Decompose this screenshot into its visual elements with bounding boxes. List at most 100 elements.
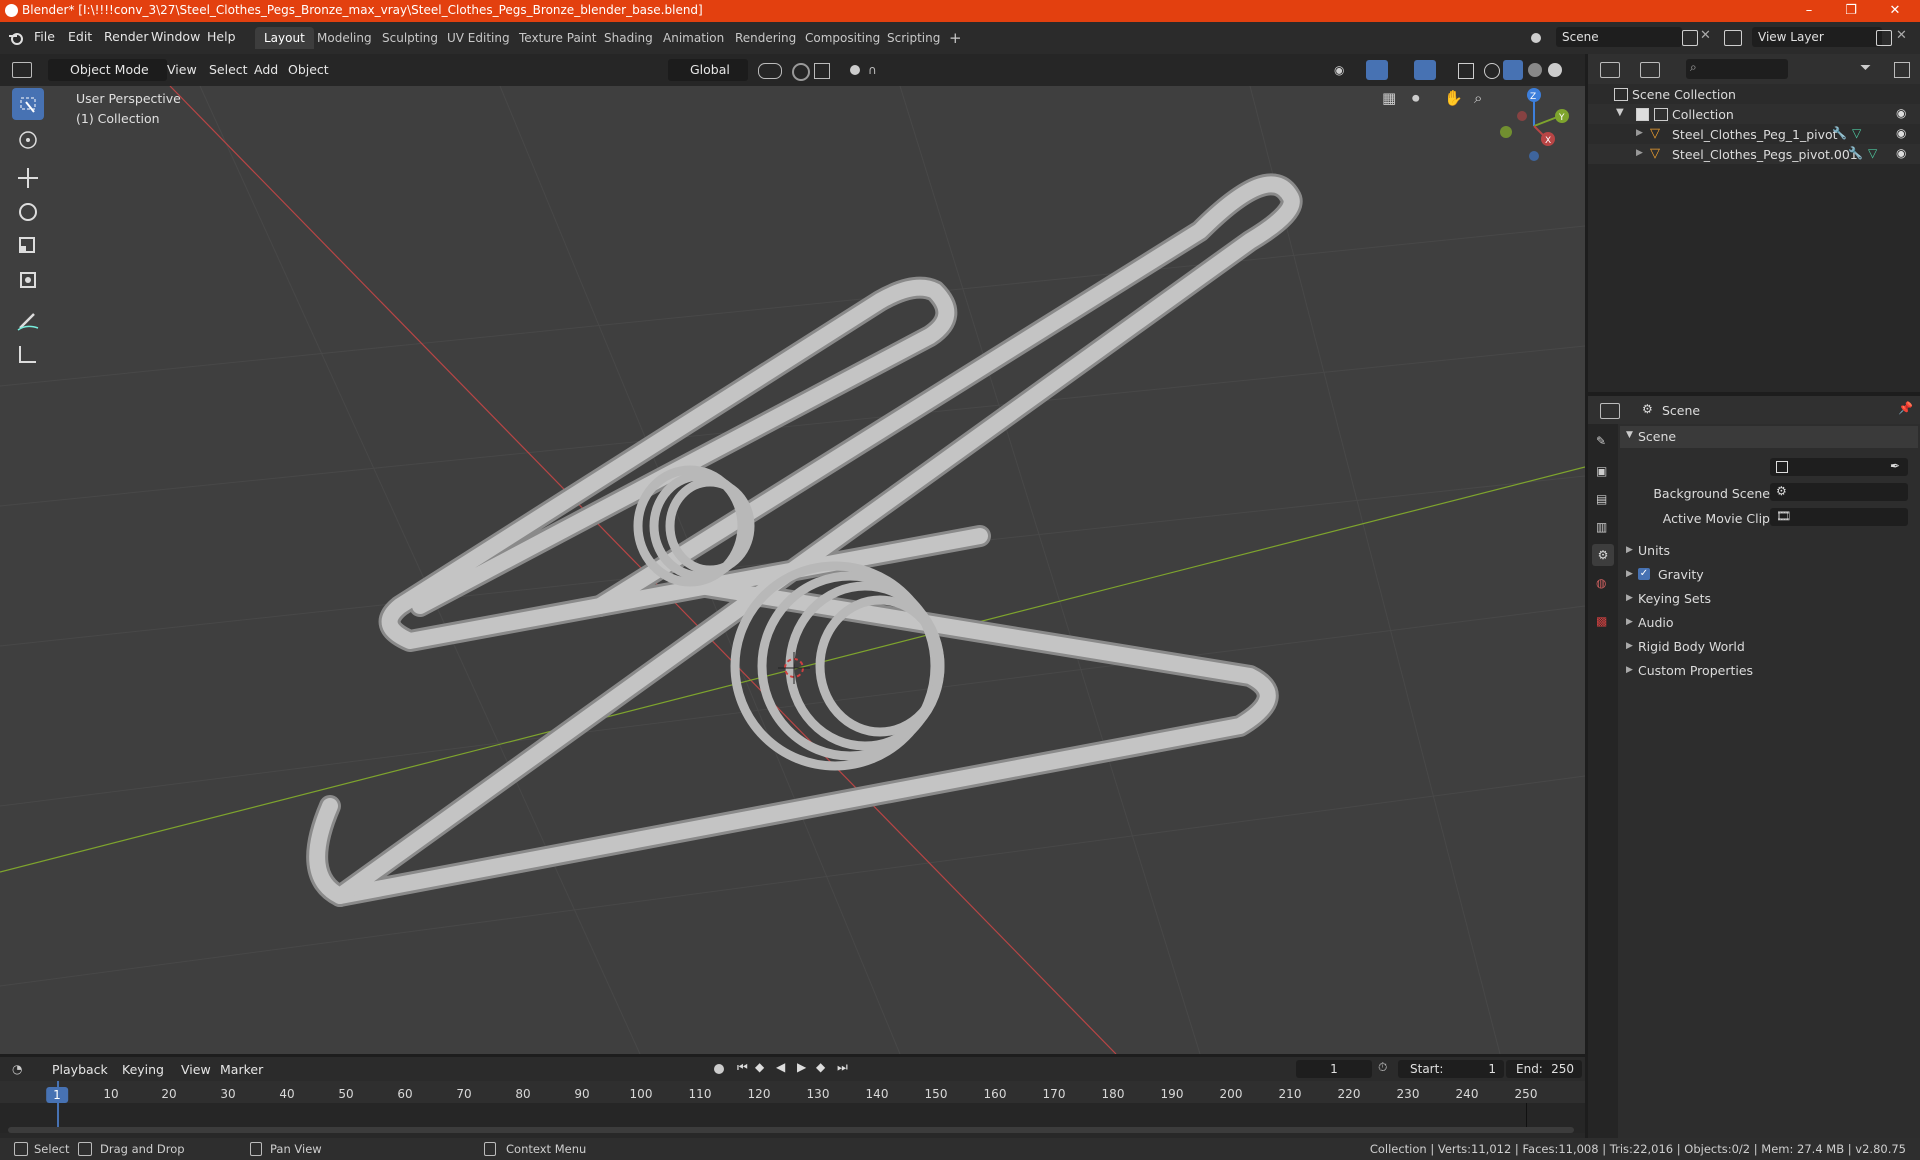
proportional-edit-icon[interactable] [850,65,860,75]
overlay-toggle-icon[interactable] [1414,60,1436,80]
gizmo-neg-x-axis[interactable] [1517,111,1527,121]
collection-visibility-icon[interactable]: ◉ [1896,106,1906,120]
camera-view-icon[interactable]: ⏺ [1412,89,1420,107]
material-shading-icon[interactable] [1528,63,1542,77]
play-icon[interactable]: ▶ [797,1060,806,1074]
tab-scripting[interactable]: Scripting [878,27,949,49]
rigid-body-world-panel-header[interactable]: ▶ Rigid Body World [1620,636,1918,658]
tab-modeling[interactable]: Modeling [308,27,381,49]
gizmo-neg-y-axis[interactable] [1500,126,1512,138]
pan-view-icon[interactable]: ✋ [1444,89,1463,107]
custom-properties-panel-header[interactable]: ▶ Custom Properties [1620,660,1918,682]
timeline-editor-type-icon[interactable]: ◔ [12,1062,22,1076]
output-tab-icon[interactable]: ▤ [1596,492,1607,506]
keying-sets-panel-header[interactable]: ▶ Keying Sets [1620,588,1918,610]
annotate-tool[interactable] [12,304,44,336]
camera-field[interactable]: ✒ [1770,458,1908,476]
audio-panel-header[interactable]: ▶ Audio [1620,612,1918,634]
add-workspace-button[interactable]: + [940,27,971,49]
expand-collection-icon[interactable]: ▼ [1616,107,1624,118]
viewport-canvas[interactable] [0,86,1585,1054]
gravity-checkbox[interactable]: ✓ [1638,568,1650,580]
filter-icon[interactable]: ⏷ [1860,60,1871,76]
menu-file[interactable]: File [34,29,55,44]
menu-help[interactable]: Help [207,29,236,44]
mesh-data-icon[interactable]: ▽ [1852,126,1861,140]
blender-menu-icon[interactable] [8,30,24,46]
rotate-tool[interactable] [12,196,44,228]
view-layer-field[interactable]: View Layer [1752,27,1882,47]
editor-type-icon[interactable] [12,62,32,78]
menu-window[interactable]: Window [151,29,200,44]
new-view-layer-icon[interactable] [1876,30,1892,46]
prev-keyframe-icon[interactable]: ◆ [755,1060,764,1074]
new-scene-icon[interactable] [1682,30,1698,46]
3d-cursor[interactable] [778,652,810,684]
select-box-tool[interactable] [12,88,44,120]
maximize-button[interactable]: ❐ [1828,0,1874,22]
scene-selector-icon[interactable] [1528,29,1546,45]
view-layer-tab-icon[interactable]: ▥ [1596,520,1607,534]
transform-orientation-dropdown[interactable]: Global [668,59,748,81]
toggle-camera-grid-icon[interactable]: ▦ [1382,89,1396,107]
3d-viewport[interactable]: User Perspective (1) Collection ▦ ⏺ ✋ ⌕ … [0,86,1585,1054]
menu-object[interactable]: Object [288,59,329,81]
render-tab-icon[interactable]: ▣ [1596,464,1607,478]
outliner-row-collection[interactable]: ▼ Collection ◉ [1588,104,1920,124]
menu-keying[interactable]: Keying [122,1059,164,1081]
jump-end-icon[interactable]: ⏭ [837,1060,848,1075]
tab-sculpting[interactable]: Sculpting [373,27,447,49]
outliner-row-object-1[interactable]: ▶ ▽ Steel_Clothes_Peg_1_pivot 🔧 ▽ ◉ [1588,124,1920,144]
record-icon[interactable] [714,1064,724,1074]
scene-tab-icon[interactable]: ⚙ [1592,544,1614,566]
rendered-shading-icon[interactable] [1548,63,1562,77]
units-panel-header[interactable]: ▶ Units [1620,540,1918,562]
tab-texture-paint[interactable]: Texture Paint [510,27,605,49]
gravity-panel-header[interactable]: ▶ ✓ Gravity [1620,564,1918,586]
menu-render[interactable]: Render [104,29,149,44]
expand-object-1-icon[interactable]: ▶ [1636,128,1643,138]
collection-checkbox[interactable] [1636,108,1649,121]
texture-tab-icon[interactable]: ▩ [1596,614,1607,628]
scene-panel-header[interactable]: ▼ Scene [1620,426,1918,448]
play-reverse-icon[interactable]: ◀ [776,1060,785,1074]
object-mode-dropdown[interactable]: Object Mode [48,59,167,81]
current-frame-field[interactable]: 1 [1296,1060,1372,1078]
menu-select[interactable]: Select [209,59,248,81]
close-button[interactable]: ✕ [1872,0,1918,22]
pin-icon[interactable]: 📌 [1898,401,1913,415]
tab-layout[interactable]: Layout [255,27,314,49]
object-2-visibility-icon[interactable]: ◉ [1896,146,1906,160]
scene-name-field[interactable]: Scene [1556,27,1682,47]
world-tab-icon[interactable]: ◍ [1596,576,1606,590]
expand-object-2-icon[interactable]: ▶ [1636,148,1643,158]
menu-marker[interactable]: Marker [220,1059,263,1081]
start-frame-field[interactable]: Start: 1 [1398,1060,1504,1078]
wireframe-shading-icon[interactable] [1484,63,1500,79]
delete-scene-icon[interactable]: ✕ [1700,28,1711,43]
active-movie-clip-field[interactable]: 🎞 [1770,508,1908,526]
solid-shading-icon[interactable] [1503,60,1523,80]
pivot-point-icon[interactable] [758,63,782,79]
measure-tool[interactable] [12,338,44,370]
background-scene-field[interactable]: ⚙ [1770,483,1908,501]
timeline-scrollbar[interactable] [8,1127,1574,1133]
menu-edit[interactable]: Edit [68,29,92,44]
tab-animation[interactable]: Animation [654,27,733,49]
next-keyframe-icon[interactable]: ◆ [816,1060,825,1074]
view-layer-icon[interactable] [1724,30,1742,46]
end-frame-field[interactable]: End: 250 [1506,1060,1582,1078]
cursor-tool[interactable] [12,124,44,156]
jump-start-icon[interactable]: ⏮ [737,1060,748,1075]
stopwatch-icon[interactable]: ⏱ [1378,1060,1387,1075]
eyedropper-icon[interactable]: ✒ [1890,459,1900,473]
zoom-view-icon[interactable]: ⌕ [1474,89,1482,107]
tab-compositing[interactable]: Compositing [796,27,889,49]
tool-tab-icon[interactable]: ✎ [1596,434,1606,448]
scale-tool[interactable] [12,230,44,262]
move-tool[interactable] [12,162,44,194]
object-1-visibility-icon[interactable]: ◉ [1896,126,1906,140]
outliner-search-input[interactable]: ⌕ [1686,59,1788,79]
properties-editor-type-icon[interactable] [1600,403,1620,419]
tab-shading[interactable]: Shading [595,27,662,49]
